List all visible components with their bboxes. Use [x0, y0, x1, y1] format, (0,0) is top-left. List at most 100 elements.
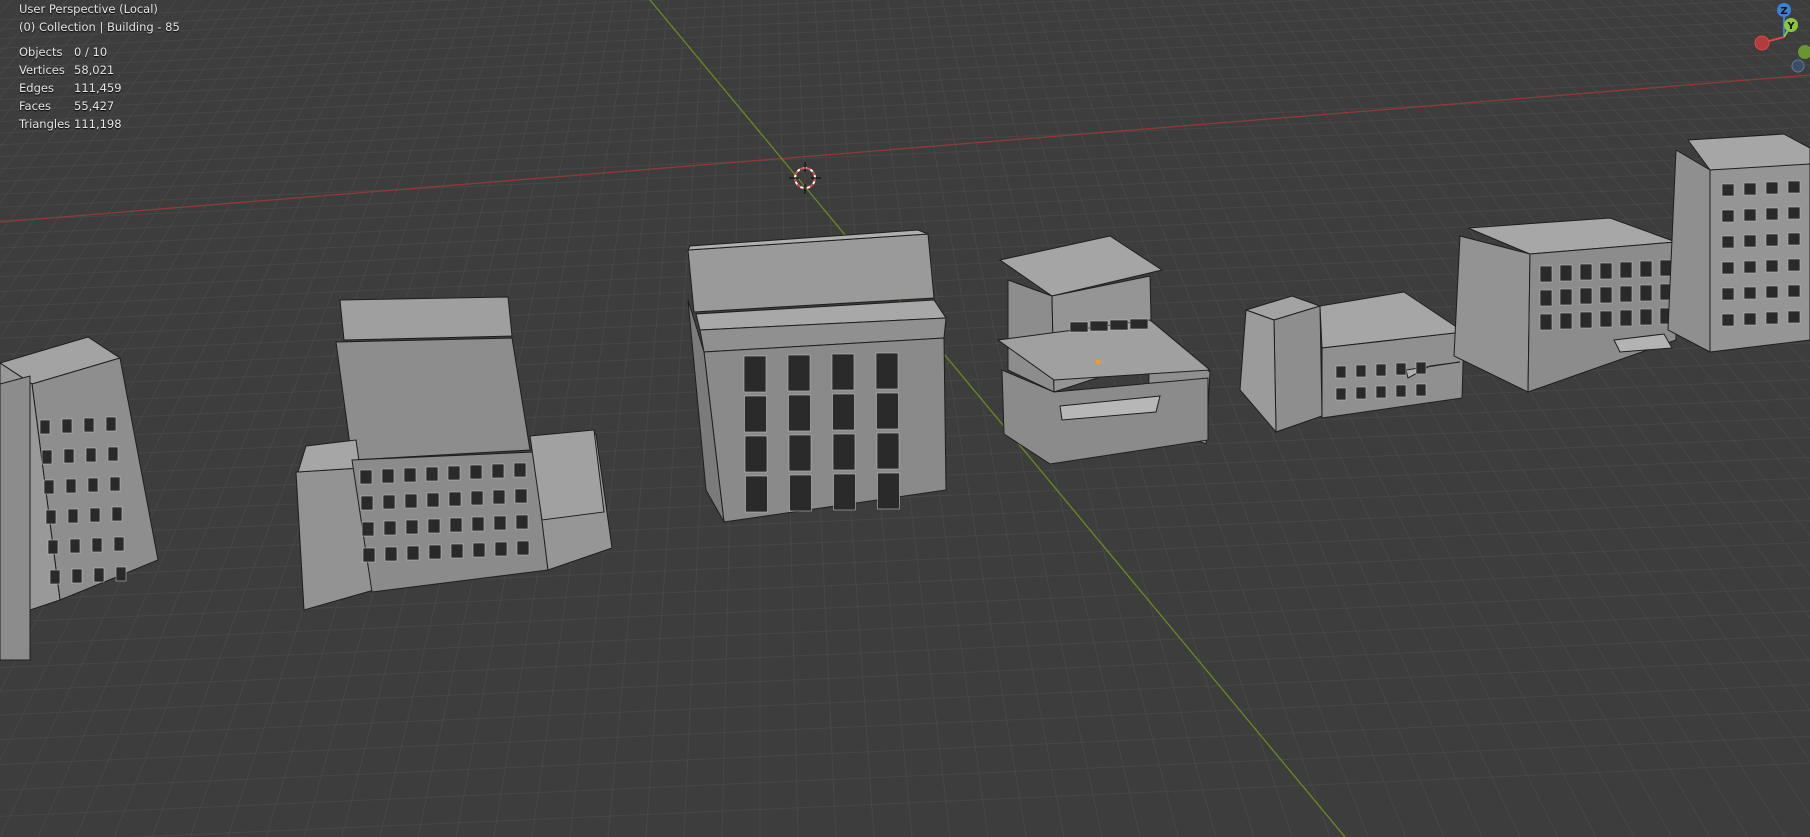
window — [1765, 311, 1779, 325]
window — [491, 463, 505, 479]
window — [492, 489, 506, 505]
gizmo-y-axis-handle[interactable]: Y — [1784, 18, 1798, 32]
window — [1129, 318, 1149, 330]
building-3[interactable] — [687, 229, 947, 523]
window — [877, 472, 900, 510]
window — [1765, 233, 1779, 247]
gizmo-x-handle[interactable] — [1798, 45, 1810, 59]
window — [381, 468, 395, 484]
window — [788, 394, 811, 432]
window — [43, 479, 55, 495]
window — [1721, 235, 1735, 249]
3d-viewport[interactable]: User Perspective (Local) (0) Collection … — [0, 0, 1810, 837]
window — [1089, 320, 1109, 332]
window — [39, 419, 51, 435]
window — [105, 416, 117, 432]
gizmo-y-label: Y — [1786, 21, 1795, 32]
window — [405, 519, 419, 535]
window — [447, 465, 461, 481]
building-2[interactable] — [295, 296, 613, 611]
window — [403, 467, 417, 483]
window — [47, 539, 59, 555]
window — [831, 353, 855, 391]
window — [383, 520, 397, 536]
window — [109, 476, 121, 492]
stat-value: 111,198 — [74, 117, 122, 131]
collection-info: (0) Collection | Building - 85 — [19, 20, 180, 34]
window — [1787, 180, 1801, 194]
window — [69, 538, 81, 554]
window — [1721, 261, 1735, 275]
window — [1639, 260, 1653, 278]
building-1[interactable] — [0, 336, 159, 661]
window — [1579, 287, 1593, 305]
window — [1743, 312, 1757, 326]
window — [1539, 313, 1553, 331]
window — [71, 568, 83, 584]
window — [1375, 363, 1387, 377]
window — [493, 515, 507, 531]
stat-label: Edges — [19, 81, 54, 95]
window — [115, 566, 127, 582]
window — [516, 540, 530, 556]
gizmo-z-label: Z — [1780, 6, 1787, 17]
window — [1765, 181, 1779, 195]
window — [1599, 262, 1613, 280]
gizmo-neg-z-handle[interactable] — [1791, 59, 1805, 73]
window — [1599, 286, 1613, 304]
window — [83, 417, 95, 433]
window — [1619, 261, 1633, 279]
window — [789, 474, 812, 512]
window — [1721, 183, 1735, 197]
window — [1579, 263, 1593, 281]
window — [1559, 312, 1573, 330]
navigation-gizmo-icon[interactable]: Z Y — [1752, 0, 1810, 78]
window — [1787, 310, 1801, 324]
window — [384, 546, 398, 562]
window — [361, 521, 375, 537]
window — [1335, 365, 1347, 379]
window — [1355, 364, 1367, 378]
stat-value: 0 / 10 — [74, 45, 108, 59]
window — [1539, 265, 1553, 283]
window — [875, 352, 899, 390]
window — [1355, 386, 1367, 400]
window — [494, 541, 508, 557]
window — [1559, 288, 1573, 306]
window — [876, 392, 899, 430]
stat-row: Edges 111,459 — [19, 79, 122, 97]
window — [61, 418, 73, 434]
window — [49, 569, 61, 585]
window — [472, 542, 486, 558]
window — [1415, 361, 1427, 375]
window — [111, 506, 123, 522]
window — [1639, 284, 1653, 302]
window — [1639, 308, 1653, 326]
window — [788, 434, 812, 472]
window — [1787, 232, 1801, 246]
window — [87, 477, 99, 493]
window — [1743, 286, 1757, 300]
gizmo-neg-x-handle[interactable] — [1754, 35, 1770, 51]
window — [513, 462, 527, 478]
window — [1743, 260, 1757, 274]
window — [113, 536, 125, 552]
stat-value: 111,459 — [74, 81, 122, 95]
window — [449, 517, 463, 533]
window — [1335, 387, 1347, 401]
window — [65, 478, 77, 494]
gizmo-z-axis-handle[interactable]: Z — [1777, 3, 1791, 17]
window — [93, 567, 105, 583]
window — [1743, 234, 1757, 248]
view-name: User Perspective (Local) — [19, 2, 158, 16]
viewport-scene[interactable] — [0, 0, 1810, 837]
window — [1721, 313, 1735, 327]
window — [1765, 207, 1779, 221]
stat-label: Triangles — [19, 117, 71, 131]
window — [1579, 311, 1593, 329]
window — [469, 464, 483, 480]
window — [360, 495, 374, 511]
window — [876, 432, 900, 470]
window — [450, 543, 464, 559]
window — [1395, 384, 1407, 398]
